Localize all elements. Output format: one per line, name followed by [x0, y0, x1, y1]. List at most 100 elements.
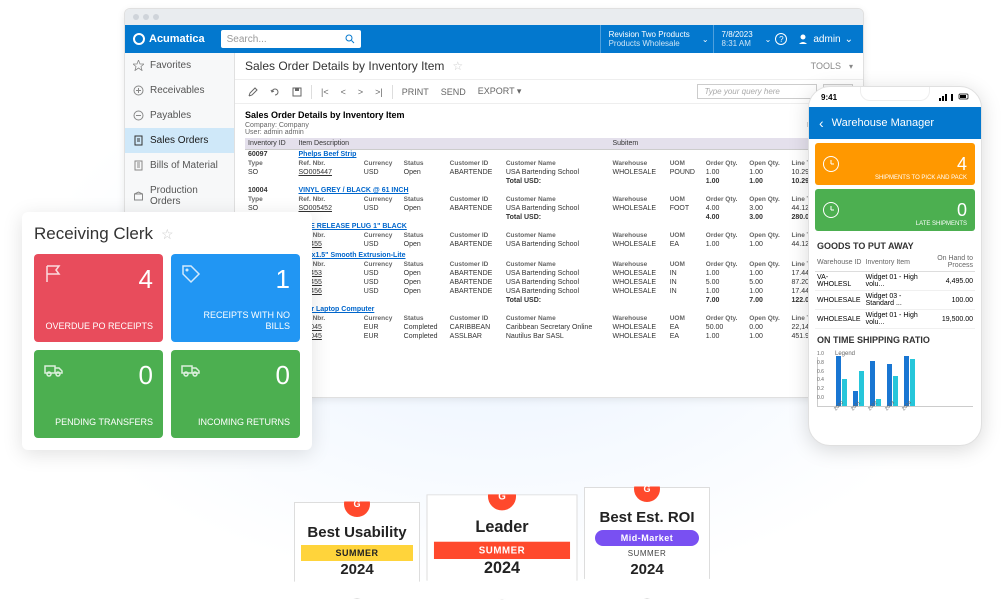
- kpi-label: RECEIPTS WITH NO BILLS: [181, 310, 290, 332]
- send-button[interactable]: SEND: [438, 85, 469, 99]
- sidebar-item-receivables[interactable]: Receivables: [125, 78, 234, 103]
- tenant-selector[interactable]: Revision Two Products Products Wholesale: [600, 25, 698, 53]
- badge-title: Leader: [434, 519, 570, 537]
- kpi-value: 0: [957, 200, 967, 221]
- search-input[interactable]: Search...: [221, 30, 361, 48]
- page-header: Sales Order Details by Inventory Item ☆ …: [235, 53, 863, 80]
- chevron-down-icon[interactable]: ⌄: [698, 35, 713, 44]
- kpi-label: OVERDUE PO RECEIPTS: [44, 321, 153, 332]
- brand[interactable]: Acumatica: [125, 33, 213, 45]
- table-row[interactable]: 005456USDOpenABARTENDEUSA Bartending Sch…: [245, 287, 853, 296]
- table-row[interactable]: 009045EURCompletedCARIBBEANCaribbean Sec…: [245, 323, 853, 332]
- bar-group: [904, 356, 915, 406]
- box-icon: [133, 191, 144, 202]
- minus-icon: [133, 110, 144, 121]
- last-icon[interactable]: >|: [372, 85, 386, 99]
- star-icon[interactable]: ☆: [161, 226, 174, 243]
- brand-icon: [133, 33, 145, 45]
- sidebar-label: Bills of Material: [150, 160, 218, 171]
- phone-kpi-tile[interactable]: 0 LATE SHIPMENTS: [815, 189, 975, 231]
- back-icon[interactable]: ‹: [819, 115, 824, 131]
- sidebar-item-bills-of-material[interactable]: Bills of Material: [125, 153, 234, 178]
- sidebar-label: Sales Orders: [150, 135, 208, 146]
- next-icon[interactable]: >: [355, 85, 366, 99]
- chevron-down-icon[interactable]: ▾: [849, 62, 853, 71]
- badge-title: Best Usability: [301, 525, 413, 542]
- table-row[interactable]: SOSO005452USDOpenABARTENDEUSA Bartending…: [245, 204, 853, 213]
- table-row[interactable]: WHOLESALEWidget 03 - Standard ...100.00: [815, 291, 975, 310]
- export-button[interactable]: EXPORT ▾: [475, 84, 525, 99]
- table-row[interactable]: VA-WHOLESLWidget 01 - High volu...4,495.…: [815, 272, 975, 291]
- window-chrome: [125, 9, 863, 25]
- search-icon[interactable]: [345, 34, 355, 44]
- inventory-link[interactable]: SIDE RELEASE PLUG 1" BLACK: [299, 223, 407, 230]
- badge-band: SUMMER: [434, 541, 570, 558]
- table-row[interactable]: 005453USDOpenABARTENDEUSA Bartending Sch…: [245, 269, 853, 278]
- badge-title: Best Est. ROI: [591, 510, 703, 527]
- kpi-label: LATE SHIPMENTS: [916, 221, 967, 227]
- inventory-link[interactable]: Phelps Beef Strip: [299, 151, 357, 158]
- kpi-tile-pending-transfers[interactable]: 0 PENDING TRANSFERS: [34, 350, 163, 438]
- refresh-icon[interactable]: [267, 85, 283, 99]
- kpi-value: 4: [957, 154, 967, 175]
- page-title: Sales Order Details by Inventory Item: [245, 59, 444, 73]
- g2-badge: G Leader SUMMER 2024: [426, 494, 577, 599]
- table-row[interactable]: 005455USDOpenABARTENDEUSA Bartending Sch…: [245, 240, 853, 249]
- table-row[interactable]: WHOLESALEWidget 01 - High volu...19,500.…: [815, 310, 975, 329]
- sidebar-item-production-orders[interactable]: Production Orders: [125, 178, 234, 214]
- tools-menu[interactable]: TOOLS: [811, 61, 841, 71]
- tag-icon: [181, 264, 201, 284]
- bar-group: [870, 361, 881, 406]
- badge-subtitle: SUMMER: [591, 549, 703, 558]
- bar[interactable]: [859, 371, 864, 406]
- table-row[interactable]: 009045EURCompletedASSLBARNautilus Bar SA…: [245, 332, 853, 341]
- help-icon[interactable]: ?: [775, 33, 787, 45]
- bar[interactable]: [836, 356, 841, 406]
- kpi-tile-receipts-with-no-bills[interactable]: 1 RECEIPTS WITH NO BILLS: [171, 254, 300, 342]
- signal-icon: [939, 93, 969, 101]
- star-icon: [133, 60, 144, 71]
- sidebar-item-favorites[interactable]: Favorites: [125, 53, 234, 78]
- save-icon[interactable]: [289, 85, 305, 99]
- query-input[interactable]: Type your query here: [697, 84, 817, 99]
- edit-icon[interactable]: [245, 85, 261, 99]
- ratio-section-title: ON TIME SHIPPING RATIO: [809, 329, 981, 347]
- kpi-tile-overdue-po-receipts[interactable]: 4 OVERDUE PO RECEIPTS: [34, 254, 163, 342]
- report-table: Inventory IDItem DescriptionSubitem60097…: [245, 138, 853, 341]
- search-placeholder: Search...: [227, 34, 267, 45]
- star-icon[interactable]: ☆: [452, 59, 463, 73]
- prev-icon[interactable]: <: [338, 85, 349, 99]
- clock-icon: [823, 202, 839, 218]
- phone-header: ‹ Warehouse Manager: [809, 107, 981, 139]
- user-icon: [797, 33, 809, 45]
- truck-icon: [44, 360, 64, 380]
- toolbar: |< < > >| PRINT SEND EXPORT ▾ Type your …: [235, 80, 863, 104]
- print-button[interactable]: PRINT: [399, 85, 432, 99]
- sidebar-item-sales-orders[interactable]: Sales Orders: [125, 128, 234, 153]
- chevron-down-icon[interactable]: ⌄: [761, 35, 776, 44]
- badge-year: 2024: [591, 561, 703, 592]
- chevron-down-icon: ⌄: [845, 34, 853, 45]
- table-row[interactable]: SOSO005447USDOpenABARTENDEUSA Bartending…: [245, 168, 853, 177]
- first-icon[interactable]: |<: [318, 85, 332, 99]
- list-icon: [133, 160, 144, 171]
- sidebar-label: Favorites: [150, 60, 191, 71]
- brand-text: Acumatica: [149, 33, 205, 45]
- bar[interactable]: [904, 356, 909, 406]
- content-area: Sales Order Details by Inventory Item ☆ …: [235, 53, 863, 397]
- plus-icon: [133, 85, 144, 96]
- g2-badge: G Best Usability SUMMER 2024: [294, 502, 420, 600]
- kpi-tile-incoming-returns[interactable]: 0 INCOMING RETURNS: [171, 350, 300, 438]
- phone-kpi-tile[interactable]: 4 SHIPMENTS TO PICK AND PACK: [815, 143, 975, 185]
- date-display[interactable]: 7/8/2023 8:31 AM: [713, 25, 761, 53]
- report-title: Sales Order Details by Inventory Item: [245, 110, 853, 120]
- g2-badge: G Best Est. ROI Mid-Market SUMMER 2024: [584, 487, 710, 600]
- badge-band: Mid-Market: [595, 530, 699, 546]
- sidebar-item-payables[interactable]: Payables: [125, 103, 234, 128]
- inventory-link[interactable]: 1.5"x1.5" Smooth Extrusion-Lite: [299, 252, 406, 259]
- inventory-link[interactable]: VINYL GREY / BLACK @ 61 INCH: [299, 187, 409, 194]
- bar[interactable]: [910, 359, 915, 407]
- table-row[interactable]: 005455USDOpenABARTENDEUSA Bartending Sch…: [245, 278, 853, 287]
- sidebar-label: Receivables: [150, 85, 204, 96]
- user-menu[interactable]: admin ⌄: [787, 33, 863, 45]
